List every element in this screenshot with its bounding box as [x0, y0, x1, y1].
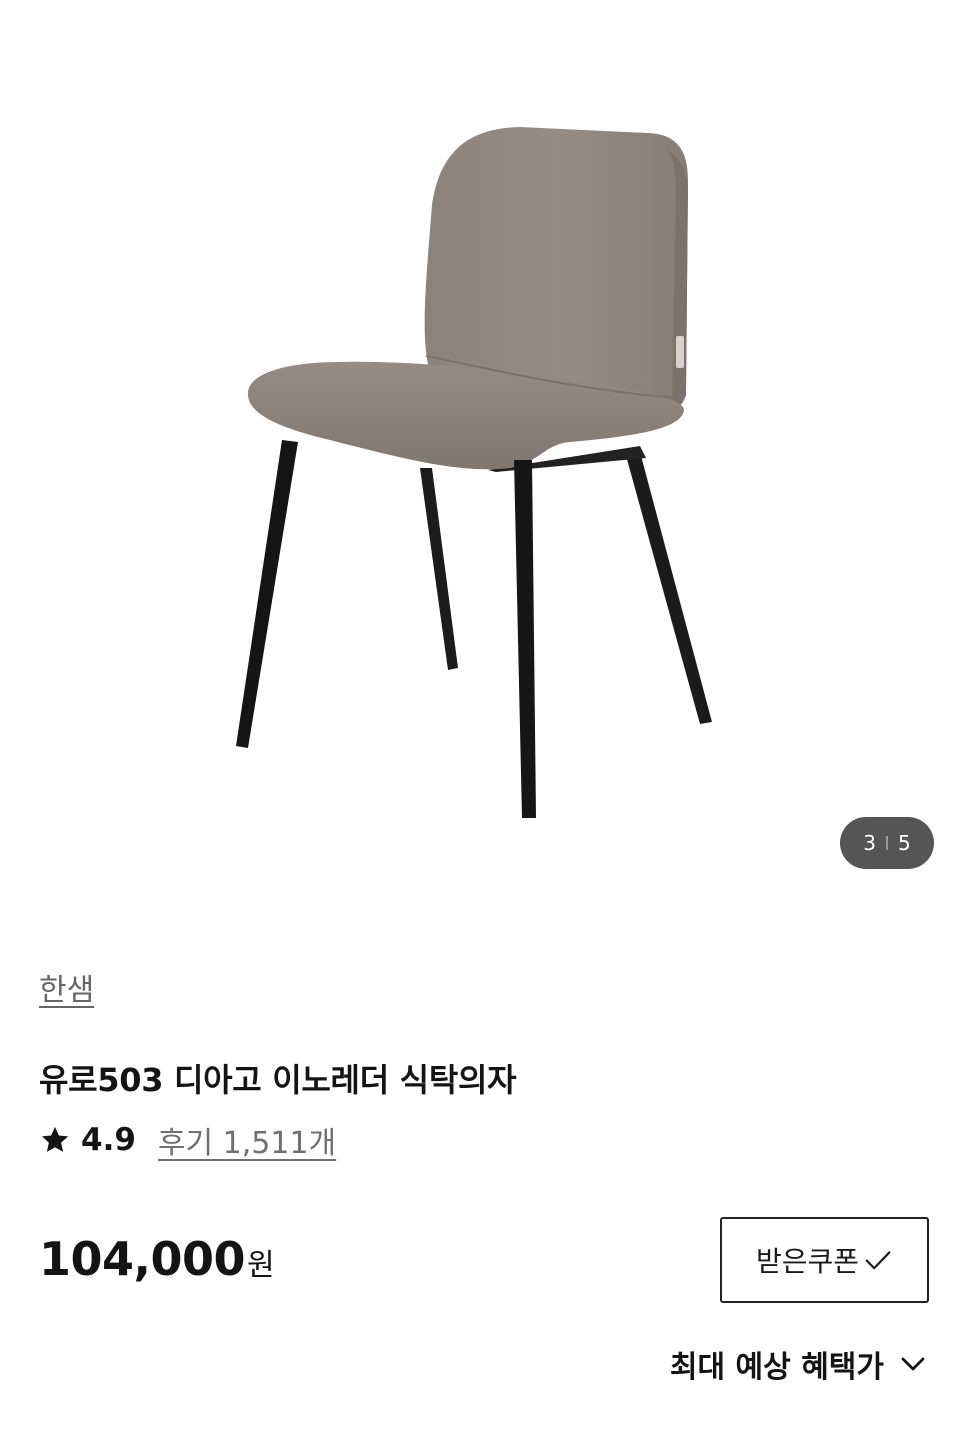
check-icon: [865, 1251, 891, 1270]
review-count-link[interactable]: 후기 1,511개: [158, 1118, 336, 1162]
price: 104,000 원: [39, 1232, 275, 1286]
product-title: 유로503 디아고 이노레더 식탁의자: [39, 1061, 517, 1099]
received-coupon-button[interactable]: 받은쿠폰: [720, 1217, 929, 1303]
star-icon: [41, 1126, 69, 1152]
price-unit: 원: [247, 1248, 275, 1283]
image-counter-current: 3: [863, 831, 876, 855]
price-amount: 104,000: [39, 1232, 246, 1286]
coupon-button-label: 받은쿠폰: [755, 1245, 860, 1278]
chevron-down-icon: [901, 1357, 925, 1371]
counter-divider: [886, 836, 888, 850]
max-benefit-price-toggle[interactable]: 최대 예상 혜택가: [670, 1342, 928, 1386]
image-counter: 3 5: [840, 817, 934, 869]
chair-photo: [236, 127, 712, 818]
product-image-gallery[interactable]: 3 5: [0, 0, 968, 900]
brand-link[interactable]: 한샘: [39, 965, 94, 1009]
rating-row: 4.9 후기 1,511개: [39, 1118, 336, 1162]
rating-value: 4.9: [81, 1122, 136, 1158]
image-counter-total: 5: [898, 831, 911, 855]
benefit-label: 최대 예상 혜택가: [669, 1350, 884, 1385]
